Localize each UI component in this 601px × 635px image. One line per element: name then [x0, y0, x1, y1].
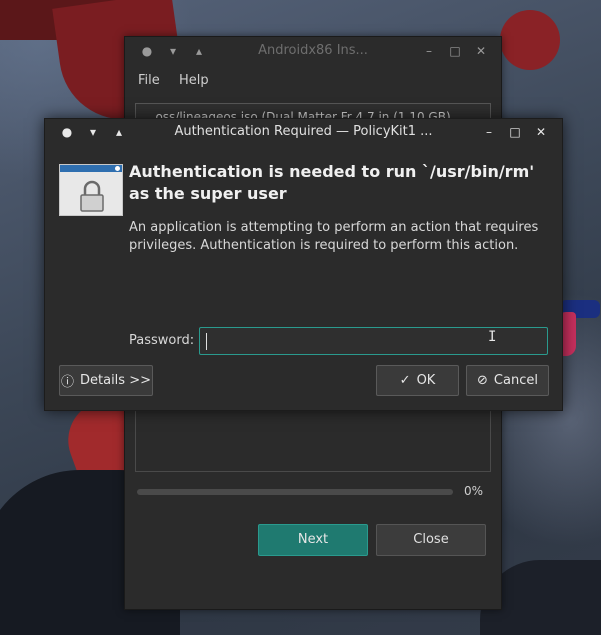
next-button[interactable]: Next	[258, 524, 368, 556]
shade-down-icon[interactable]: ▾	[85, 124, 101, 140]
cancel-button-label: Cancel	[493, 373, 538, 388]
minimize-icon[interactable]: –	[421, 43, 437, 59]
close-button[interactable]: Close	[376, 524, 486, 556]
ok-button-label: OK	[416, 373, 436, 388]
auth-description: An application is attempting to perform …	[129, 220, 539, 253]
installer-menubar: File Help	[125, 67, 501, 95]
install-progress-bar	[137, 489, 453, 495]
cancel-icon: ⊘	[477, 373, 488, 388]
auth-heading: Authentication is needed to run `/usr/bi…	[129, 162, 535, 203]
close-icon[interactable]: ✕	[473, 43, 489, 59]
menu-help[interactable]: Help	[179, 73, 209, 88]
menu-file[interactable]: File	[138, 73, 160, 88]
wallpaper-shape	[500, 10, 560, 70]
window-menu-icon[interactable]: ●	[59, 124, 75, 140]
ok-button[interactable]: ✓ OK	[376, 365, 459, 396]
maximize-icon[interactable]: □	[507, 124, 523, 140]
password-label: Password:	[129, 333, 195, 348]
auth-dialog-title: Authentication Required — PolicyKit1 ...	[174, 124, 433, 139]
auth-dialog: ● ▾ ▴ Authentication Required — PolicyKi…	[44, 118, 563, 411]
lock-icon	[59, 164, 123, 216]
installer-title: Androidx86 Ins...	[258, 43, 368, 58]
close-icon[interactable]: ✕	[533, 124, 549, 140]
text-cursor-icon: I	[488, 329, 497, 345]
check-icon: ✓	[399, 373, 411, 388]
details-button[interactable]: ⓘ Details >>	[59, 365, 153, 396]
cancel-button[interactable]: ⊘ Cancel	[466, 365, 549, 396]
details-button-label: Details >>	[80, 373, 151, 388]
minimize-icon[interactable]: –	[481, 124, 497, 140]
info-icon: ⓘ	[60, 375, 74, 390]
auth-dialog-titlebar[interactable]: ● ▾ ▴ Authentication Required — PolicyKi…	[45, 119, 562, 145]
maximize-icon[interactable]: □	[447, 43, 463, 59]
text-caret	[206, 333, 207, 350]
installer-titlebar[interactable]: ● ▾ ▴ Androidx86 Ins... – □ ✕	[125, 37, 501, 65]
install-progress-label: 0%	[464, 484, 484, 498]
